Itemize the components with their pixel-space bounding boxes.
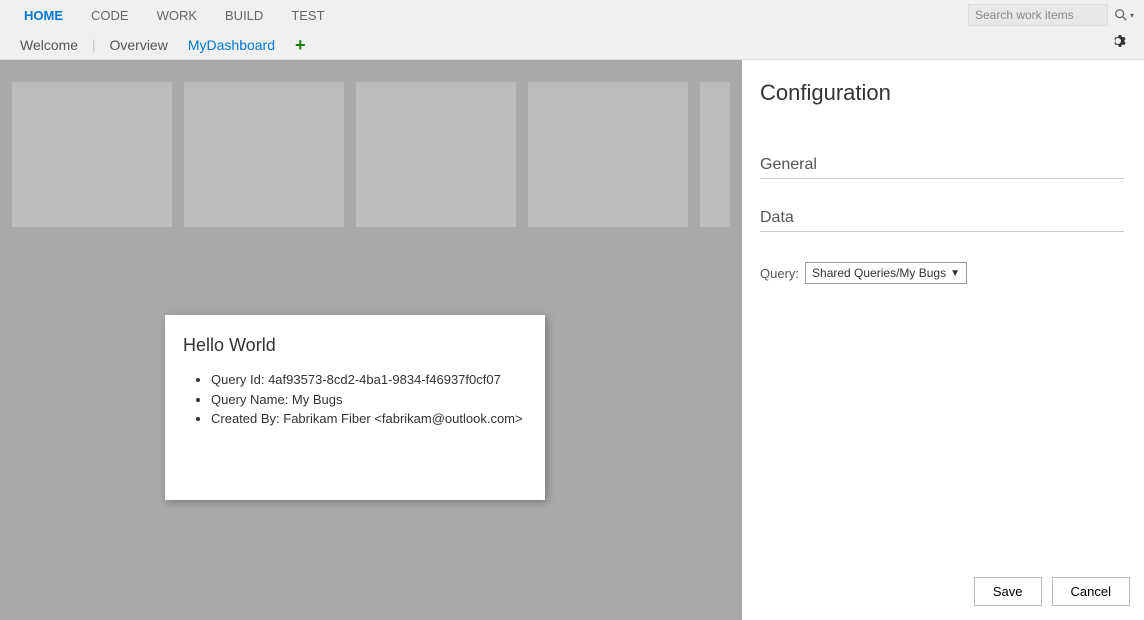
list-item: Query Id: 4af93573-8cd2-4ba1-9834-f46937… bbox=[211, 370, 527, 390]
caret-down-icon: ▾ bbox=[1130, 11, 1134, 20]
section-data[interactable]: Data bbox=[760, 209, 1124, 232]
config-buttons: Save Cancel bbox=[974, 577, 1130, 606]
gear-icon[interactable] bbox=[1106, 34, 1134, 55]
search-area: ▾ bbox=[968, 4, 1134, 26]
dashboard-tile[interactable] bbox=[184, 82, 344, 227]
nav-tab-code[interactable]: CODE bbox=[77, 2, 143, 29]
sub-nav: Welcome | Overview MyDashboard + bbox=[10, 31, 316, 59]
dashboard-tile[interactable] bbox=[528, 82, 688, 227]
nav-tab-home[interactable]: HOME bbox=[10, 2, 77, 29]
widget-card: Hello World Query Id: 4af93573-8cd2-4ba1… bbox=[165, 315, 545, 500]
main-nav: HOME CODE WORK BUILD TEST bbox=[10, 2, 339, 29]
save-button[interactable]: Save bbox=[974, 577, 1042, 606]
content-area: Hello World Query Id: 4af93573-8cd2-4ba1… bbox=[0, 60, 1144, 620]
nav-tab-build[interactable]: BUILD bbox=[211, 2, 277, 29]
query-selected-value: Shared Queries/My Bugs bbox=[812, 266, 946, 280]
query-select[interactable]: Shared Queries/My Bugs ▼ bbox=[805, 262, 967, 284]
plus-icon: + bbox=[295, 35, 306, 55]
config-panel: Configuration General Data Query: Shared… bbox=[742, 60, 1144, 620]
nav-tab-test[interactable]: TEST bbox=[277, 2, 338, 29]
dashboard-tile[interactable] bbox=[700, 82, 730, 227]
sub-tab-mydashboard[interactable]: MyDashboard bbox=[178, 31, 285, 59]
list-item: Created By: Fabrikam Fiber <fabrikam@out… bbox=[211, 409, 527, 429]
nav-tab-work[interactable]: WORK bbox=[143, 2, 211, 29]
separator: | bbox=[88, 37, 99, 52]
widget-list: Query Id: 4af93573-8cd2-4ba1-9834-f46937… bbox=[183, 370, 527, 429]
top-bar: HOME CODE WORK BUILD TEST ▾ bbox=[0, 0, 1144, 30]
sub-tab-welcome[interactable]: Welcome bbox=[10, 31, 88, 59]
config-title: Configuration bbox=[760, 80, 1124, 106]
query-row: Query: Shared Queries/My Bugs ▼ bbox=[760, 262, 1124, 284]
search-input[interactable] bbox=[968, 4, 1108, 26]
section-general[interactable]: General bbox=[760, 156, 1124, 179]
tile-row bbox=[12, 82, 730, 227]
dashboard-area: Hello World Query Id: 4af93573-8cd2-4ba1… bbox=[0, 60, 742, 620]
list-item: Query Name: My Bugs bbox=[211, 390, 527, 410]
dashboard-tile[interactable] bbox=[356, 82, 516, 227]
widget-title: Hello World bbox=[183, 335, 527, 356]
add-dashboard-button[interactable]: + bbox=[285, 36, 316, 54]
query-label: Query: bbox=[760, 266, 799, 281]
dashboard-tile[interactable] bbox=[12, 82, 172, 227]
chevron-down-icon: ▼ bbox=[950, 268, 960, 279]
sub-bar: Welcome | Overview MyDashboard + bbox=[0, 30, 1144, 60]
cancel-button[interactable]: Cancel bbox=[1052, 577, 1130, 606]
search-icon[interactable]: ▾ bbox=[1114, 8, 1134, 22]
sub-tab-overview[interactable]: Overview bbox=[99, 31, 177, 59]
